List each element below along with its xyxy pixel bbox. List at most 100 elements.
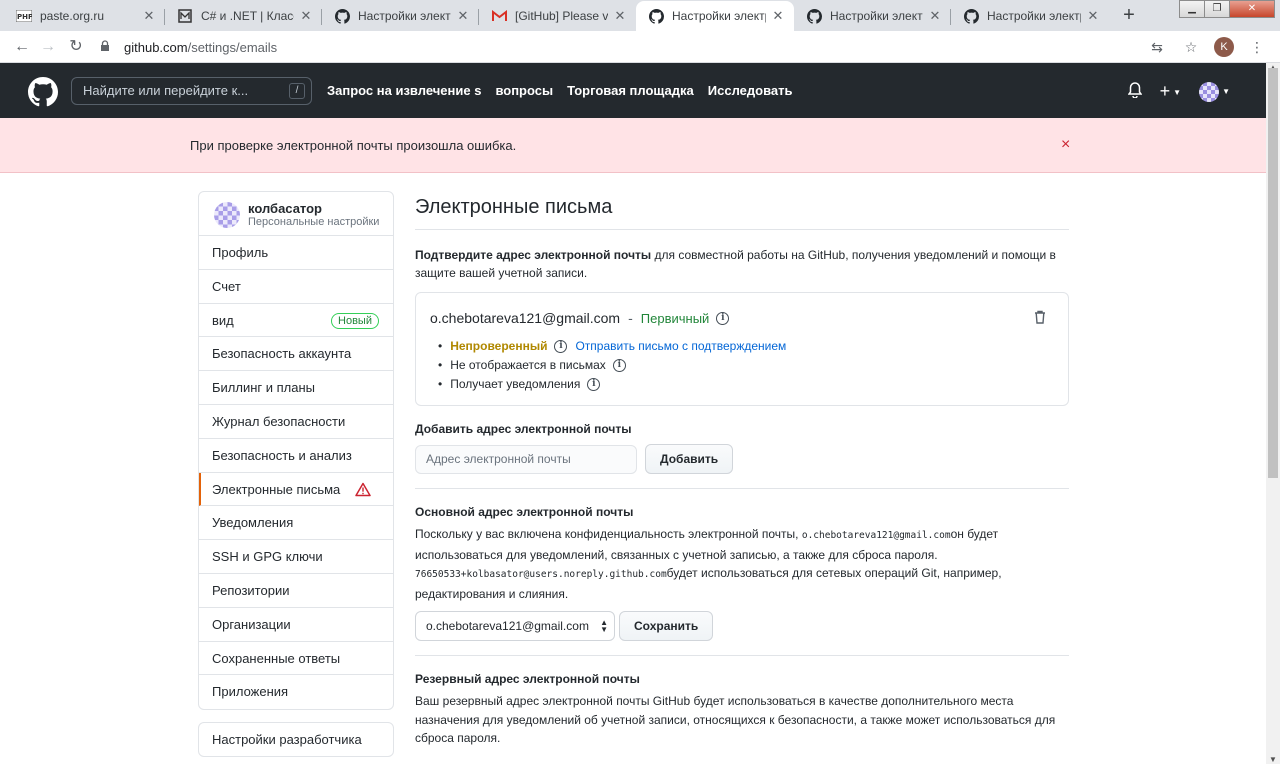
- backup-email-description: Ваш резервный адрес электронной почты Gi…: [415, 694, 1056, 745]
- email-address: o.chebotareva121@gmail.com: [430, 310, 621, 326]
- scroll-down-arrow[interactable]: ▼: [1266, 755, 1280, 764]
- add-email-input[interactable]: Адрес электронной почты: [415, 444, 637, 474]
- trash-icon[interactable]: [1034, 310, 1046, 324]
- url-field[interactable]: github.com/settings/emails: [100, 35, 1212, 59]
- sidebar-item-developer-settings[interactable]: Настройки разработчика: [198, 722, 394, 757]
- create-new-dropdown-icon[interactable]: + ▼: [1160, 81, 1181, 102]
- header-search-input[interactable]: Найдите или перейдите к... /: [71, 77, 312, 105]
- browser-tab[interactable]: Настройки электрон ✕: [322, 1, 479, 31]
- select-arrows-icon: ▲ ▼: [600, 618, 608, 634]
- unverified-status: НепроверенныйiОтправить письмо с подтвер…: [438, 337, 786, 356]
- primary-email-heading: Основной адрес электронной почты: [415, 505, 634, 519]
- github-icon: [806, 8, 822, 24]
- close-tab-icon[interactable]: ✕: [455, 8, 471, 24]
- sidebar-item-account-security[interactable]: Безопасность аккаунта: [199, 337, 393, 372]
- github-icon: [648, 8, 664, 24]
- sidebar-item-emails[interactable]: Электронные письма: [199, 472, 393, 507]
- url-path: /settings/emails: [187, 39, 278, 55]
- php-icon: PHP: [16, 8, 32, 24]
- github-logo-icon[interactable]: [28, 77, 58, 107]
- verify-intro: Подтвердите адрес электронной почты для …: [415, 248, 1056, 280]
- address-bar: ← → ↻ github.com/settings/emails ⇆ ☆ K ⋮: [0, 31, 1280, 63]
- settings-sidebar: колбасатор Персональные настройки Профил…: [198, 191, 394, 711]
- close-tab-icon[interactable]: ✕: [298, 8, 314, 24]
- page-title: Электронные письма: [415, 196, 1069, 230]
- close-tab-icon[interactable]: ✕: [1085, 8, 1101, 24]
- resend-verification-link[interactable]: Отправить письмо с подтверждением: [575, 337, 786, 356]
- info-icon[interactable]: i: [716, 311, 730, 325]
- sidebar-user[interactable]: колбасатор Персональные настройки: [199, 192, 393, 236]
- forward-button[interactable]: →: [38, 37, 58, 57]
- email-entry: o.chebotareva121@gmail.com - Первичный i…: [415, 292, 1069, 406]
- nav-pull-requests[interactable]: Запрос на извлечение s: [327, 83, 481, 98]
- emails-settings-content: Электронные письма Подтвердите адрес эле…: [415, 196, 1069, 748]
- browser-tab[interactable]: [GitHub] Please verify ✕: [479, 1, 636, 31]
- close-tab-icon[interactable]: ✕: [141, 8, 157, 24]
- error-flash: При проверке электронной почты произошла…: [0, 118, 1266, 173]
- info-icon[interactable]: i: [612, 359, 626, 372]
- sidebar-item-appearance[interactable]: вид Новый: [199, 304, 393, 338]
- add-email-heading: Добавить адрес электронной почты: [415, 422, 632, 436]
- browser-tab[interactable]: PHP paste.org.ru ✕: [4, 1, 165, 31]
- translate-icon[interactable]: ⇆: [1146, 36, 1168, 58]
- add-email-button[interactable]: Добавить: [645, 444, 734, 474]
- sidebar-item-applications[interactable]: Приложения: [199, 675, 393, 709]
- nav-issues[interactable]: вопросы: [495, 83, 553, 98]
- bookmark-star-icon[interactable]: ☆: [1180, 36, 1202, 58]
- avatar: [1199, 81, 1220, 102]
- github-icon: [334, 8, 350, 24]
- bell-icon[interactable]: [1127, 82, 1143, 101]
- info-icon[interactable]: i: [554, 340, 568, 353]
- receives-notifications-status: Получает уведомленияi: [438, 375, 786, 394]
- browser-menu-icon[interactable]: ⋮: [1246, 36, 1268, 58]
- minimize-button[interactable]: ▁: [1179, 0, 1205, 18]
- save-primary-button[interactable]: Сохранить: [619, 611, 714, 641]
- close-tab-icon[interactable]: ✕: [612, 8, 628, 24]
- nav-marketplace[interactable]: Торговая площадка: [567, 83, 694, 98]
- github-header: Найдите или перейдите к... / Запрос на и…: [0, 63, 1266, 118]
- avatar: [214, 202, 240, 228]
- info-icon[interactable]: i: [587, 378, 601, 391]
- username: колбасатор: [248, 201, 322, 216]
- browser-tab[interactable]: Настройки электрон ✕: [794, 1, 951, 31]
- browser-tab[interactable]: Настройки электрон ✕: [951, 1, 1109, 31]
- scrollbar-thumb[interactable]: [1268, 68, 1278, 478]
- sidebar-item-security-log[interactable]: Журнал безопасности: [199, 405, 393, 439]
- primary-email-select[interactable]: o.chebotareva121@gmail.com ▲ ▼: [415, 611, 615, 641]
- browser-tab[interactable]: C# и .NET | Классы и ✕: [165, 1, 322, 31]
- search-shortcut-key: /: [289, 83, 305, 99]
- backup-email-heading: Резервный адрес электронной почты: [415, 672, 640, 686]
- sidebar-item-billing[interactable]: Биллинг и планы: [199, 371, 393, 405]
- close-window-button[interactable]: ✕: [1229, 0, 1275, 18]
- user-menu[interactable]: ▼: [1199, 81, 1230, 102]
- sidebar-item-saved-replies[interactable]: Сохраненные ответы: [199, 642, 393, 676]
- gmail-icon: [491, 8, 507, 24]
- divider: [415, 655, 1069, 656]
- sidebar-subtitle: Персональные настройки: [248, 216, 380, 228]
- reload-button[interactable]: ↻: [66, 37, 86, 57]
- sidebar-item-ssh-gpg[interactable]: SSH и GPG ключи: [199, 540, 393, 574]
- restore-button[interactable]: ❐: [1204, 0, 1230, 18]
- profile-avatar[interactable]: K: [1214, 37, 1234, 57]
- chevron-down-icon: ▼: [1222, 87, 1230, 96]
- sidebar-item-security-analysis[interactable]: Безопасность и анализ: [199, 439, 393, 473]
- sidebar-item-repositories[interactable]: Репозитории: [199, 574, 393, 608]
- page-scrollbar[interactable]: ▲ ▼: [1266, 63, 1280, 764]
- browser-tab-strip: PHP paste.org.ru ✕ C# и .NET | Классы и …: [0, 0, 1280, 31]
- sidebar-item-organizations[interactable]: Организации: [199, 608, 393, 642]
- close-icon[interactable]: ×: [1061, 136, 1070, 154]
- flash-message: При проверке электронной почты произошла…: [190, 138, 517, 153]
- primary-email-description: Поскольку у вас включена конфиденциально…: [415, 527, 1002, 601]
- sidebar-item-notifications[interactable]: Уведомления: [199, 506, 393, 541]
- nav-explore[interactable]: Исследовать: [708, 83, 793, 98]
- lock-icon[interactable]: [100, 39, 114, 55]
- close-tab-icon[interactable]: ✕: [927, 8, 943, 24]
- sidebar-item-profile[interactable]: Профиль: [199, 236, 393, 270]
- close-tab-icon[interactable]: ✕: [770, 8, 786, 24]
- browser-tab-active[interactable]: Настройки электрон ✕: [636, 1, 794, 31]
- sidebar-item-account[interactable]: Счет: [199, 270, 393, 304]
- back-button[interactable]: ←: [12, 37, 32, 57]
- new-tab-button[interactable]: +: [1117, 4, 1141, 28]
- svg-text:PHP: PHP: [17, 13, 32, 21]
- not-shown-status: Не отображается в письмахi: [438, 356, 786, 375]
